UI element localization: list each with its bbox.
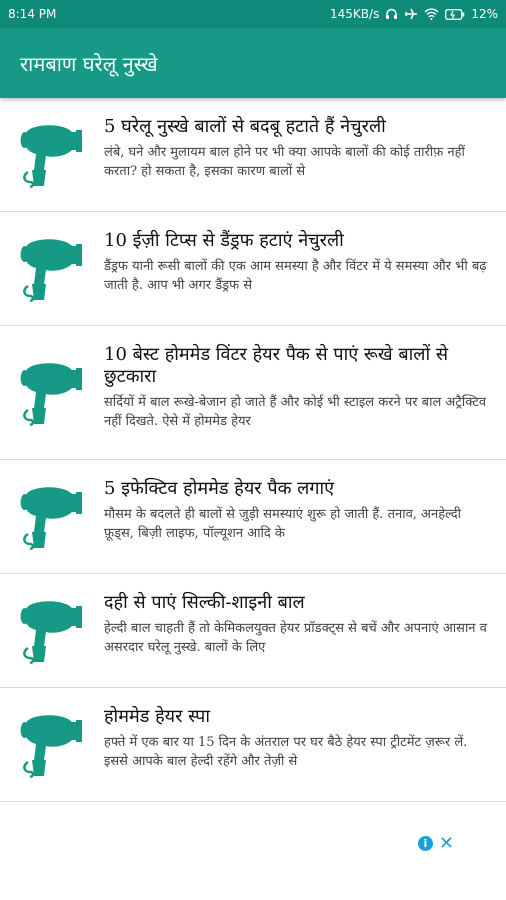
status-icons: 145KB/s 12% bbox=[330, 7, 498, 21]
item-description: लंबे, घने और मुलायम बाल होने पर भी क्या … bbox=[104, 145, 465, 179]
battery-percent: 12% bbox=[471, 7, 498, 21]
hair-dryer-icon bbox=[18, 714, 84, 778]
hair-dryer-icon bbox=[18, 124, 84, 188]
ad-info-icon[interactable]: i bbox=[417, 836, 433, 851]
item-title: दही से पाएं सिल्की-शाइनी बाल bbox=[104, 592, 305, 613]
ad-close-icon[interactable]: ✕ bbox=[439, 835, 454, 853]
hair-dryer-icon bbox=[18, 238, 84, 302]
list-item[interactable]: 10 बेस्ट होममेड विंटर हेयर पैक से पाएं र… bbox=[0, 326, 506, 460]
battery-icon bbox=[445, 8, 465, 20]
list-item[interactable]: दही से पाएं सिल्की-शाइनी बाल हेल्दी बाल … bbox=[0, 574, 506, 688]
app-title: रामबाण घरेलू नुस्खे bbox=[20, 51, 158, 76]
item-title: 10 बेस्ट होममेड विंटर हेयर पैक से पाएं र… bbox=[104, 344, 449, 387]
wifi-icon bbox=[424, 8, 439, 20]
item-description: मौसम के बदलते ही बालों से जुड़ी समस्याएं… bbox=[104, 507, 461, 541]
network-speed: 145KB/s bbox=[330, 7, 380, 21]
app-bar: रामबाण घरेलू नुस्खे bbox=[0, 28, 506, 98]
status-time: 8:14 PM bbox=[8, 7, 57, 21]
item-description: सर्दियों में बाल रूखे-बेजान हो जाते हैं … bbox=[104, 395, 487, 429]
item-title: 5 इफेक्टिव होममेड हेयर पैक लगाएं bbox=[104, 478, 335, 499]
ad-controls: i ✕ bbox=[417, 835, 454, 853]
list-item[interactable]: होममेड हेयर स्पा हफ्ते में एक बार या 15 … bbox=[0, 688, 506, 802]
item-title: होममेड हेयर स्पा bbox=[104, 706, 211, 727]
status-bar: 8:14 PM 145KB/s 12% bbox=[0, 0, 506, 28]
hair-dryer-icon bbox=[18, 362, 84, 426]
list-item[interactable]: 5 इफेक्टिव होममेड हेयर पैक लगाएं मौसम के… bbox=[0, 460, 506, 574]
item-title: 10 ईज़ी टिप्स से डैंड्रफ हटाएं नेचुरली bbox=[104, 230, 344, 251]
item-description: हफ्ते में एक बार या 15 दिन के अंतराल पर … bbox=[104, 735, 468, 769]
item-title: 5 घरेलू नुस्खे बालों से बदबू हटाते हैं न… bbox=[104, 116, 386, 137]
hair-dryer-icon bbox=[18, 600, 84, 664]
hair-dryer-icon bbox=[18, 486, 84, 550]
article-list: 5 घरेलू नुस्खे बालों से बदबू हटाते हैं न… bbox=[0, 98, 506, 802]
list-item[interactable]: 5 घरेलू नुस्खे बालों से बदबू हटाते हैं न… bbox=[0, 98, 506, 212]
airplane-mode-icon bbox=[404, 8, 418, 20]
headphones-icon bbox=[385, 8, 398, 20]
item-description: हेल्दी बाल चाहती हैं तो केमिकलयुक्त हेयर… bbox=[104, 621, 487, 655]
list-item[interactable]: 10 ईज़ी टिप्स से डैंड्रफ हटाएं नेचुरली ड… bbox=[0, 212, 506, 326]
item-description: डैंड्रफ यानी रूसी बालों की एक आम समस्या … bbox=[104, 259, 487, 293]
